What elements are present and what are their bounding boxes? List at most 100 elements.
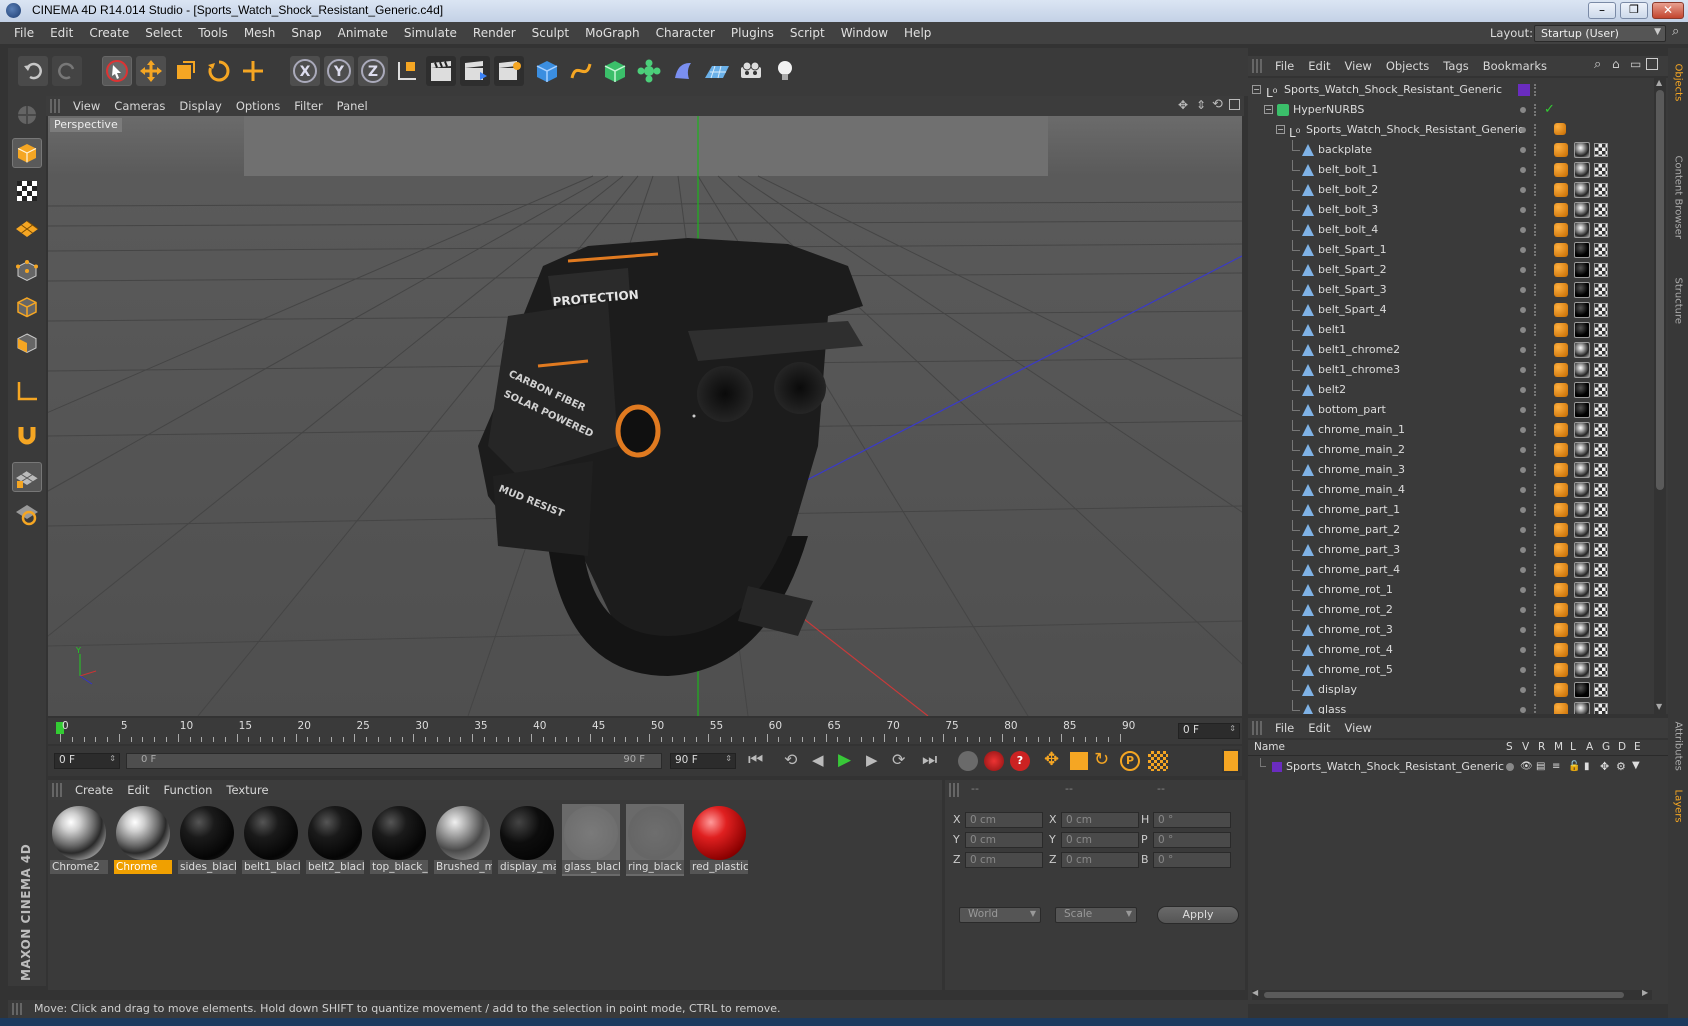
home-icon[interactable]: ⌂ (1612, 57, 1620, 71)
move-tool-button[interactable] (136, 56, 166, 86)
next-key-button[interactable]: ⟳ (892, 750, 905, 769)
object-row[interactable]: chrome_part_1 (1248, 500, 1653, 520)
next-frame-button[interactable]: ▶ (866, 751, 878, 769)
editor-visibility-icon[interactable] (1520, 607, 1526, 613)
layer-column-v[interactable]: V (1522, 741, 1529, 753)
editor-visibility-icon[interactable] (1520, 707, 1526, 713)
key-position-button[interactable]: ✥ (1044, 749, 1059, 770)
object-row[interactable]: belt_bolt_1 (1248, 160, 1653, 180)
editor-visibility-icon[interactable] (1520, 307, 1526, 313)
uvw-tag-icon[interactable] (1594, 623, 1608, 637)
start-frame-field[interactable]: 0 F ⇕ (54, 753, 120, 769)
uvw-tag-icon[interactable] (1594, 683, 1608, 697)
object-menu-view[interactable]: View (1338, 56, 1379, 76)
timeline[interactable]: 0 5 10 15 20 25 30 35 40 45 50 55 60 65 70 75 80 85 90 0 F… (48, 718, 1242, 744)
uvw-tag-icon[interactable] (1594, 383, 1608, 397)
editor-visibility-icon[interactable] (1520, 267, 1526, 273)
render-visibility-icon[interactable] (1534, 324, 1538, 336)
object-row[interactable]: belt_Spart_1 (1248, 240, 1653, 260)
mograph-cloner-button[interactable] (634, 56, 664, 86)
minimize-button[interactable]: – (1588, 2, 1616, 19)
deformer-button[interactable] (668, 56, 698, 86)
key-rotation-button[interactable]: ↻ (1094, 749, 1109, 770)
phong-tag-icon[interactable] (1554, 603, 1568, 617)
uvw-tag-icon[interactable] (1594, 523, 1608, 537)
live-selection-button[interactable] (102, 56, 132, 86)
editor-visibility-icon[interactable] (1520, 587, 1526, 593)
layer-column-l[interactable]: L (1570, 741, 1576, 753)
material-tag-icon[interactable] (1574, 162, 1590, 178)
side-tab-content-browser[interactable]: Content Browser (1673, 156, 1684, 252)
auto-key-button[interactable] (984, 751, 1004, 771)
material-tag-icon[interactable] (1574, 142, 1590, 158)
object-row[interactable]: chrome_part_3 (1248, 540, 1653, 560)
render-visibility-icon[interactable] (1534, 544, 1538, 556)
object-row[interactable]: chrome_part_4 (1248, 560, 1653, 580)
uvw-tag-icon[interactable] (1594, 163, 1608, 177)
object-menu-objects[interactable]: Objects (1379, 56, 1436, 76)
render-visibility-icon[interactable] (1534, 284, 1538, 296)
render-visibility-icon[interactable] (1534, 364, 1538, 376)
menu-sculpt[interactable]: Sculpt (524, 22, 577, 44)
menu-animate[interactable]: Animate (330, 22, 396, 44)
drag-handle-icon[interactable] (1252, 721, 1262, 735)
object-row[interactable]: belt1 (1248, 320, 1653, 340)
object-row[interactable]: chrome_main_1 (1248, 420, 1653, 440)
uvw-tag-icon[interactable] (1594, 563, 1608, 577)
render-visibility-icon[interactable] (1534, 184, 1538, 196)
phong-tag-icon[interactable] (1554, 223, 1568, 237)
phong-tag-icon[interactable] (1554, 383, 1568, 397)
side-tab-layers[interactable]: Layers (1673, 790, 1684, 838)
phong-tag-icon[interactable] (1554, 203, 1568, 217)
render-visibility-icon[interactable] (1534, 104, 1538, 116)
phong-tag-icon[interactable] (1554, 663, 1568, 677)
key-scale-button[interactable] (1070, 752, 1088, 770)
layer-column-s[interactable]: S (1506, 741, 1513, 753)
size-mode-select[interactable]: Scale ▼ (1055, 907, 1137, 923)
phong-tag-icon[interactable] (1554, 403, 1568, 417)
maximize-button[interactable]: ❐ (1620, 2, 1648, 19)
material-menu-function[interactable]: Function (157, 780, 220, 800)
editor-visibility-icon[interactable] (1520, 167, 1526, 173)
coord-value-field[interactable]: 0 ° (1153, 852, 1231, 868)
material-brushed-m[interactable]: Brushed_m (434, 804, 492, 876)
coordinate-system-button[interactable] (392, 56, 422, 86)
material-ring-black[interactable]: ring_black (626, 804, 684, 876)
phong-tag-icon[interactable] (1554, 143, 1568, 157)
phong-tag-icon[interactable] (1554, 563, 1568, 577)
editor-visibility-icon[interactable] (1520, 687, 1526, 693)
previous-key-button[interactable]: ⟲ (784, 750, 797, 769)
nurbs-button[interactable] (600, 56, 630, 86)
material-tag-icon[interactable] (1574, 562, 1590, 578)
material-tag-icon[interactable] (1574, 262, 1590, 278)
coord-value-field[interactable]: 0 cm (1061, 812, 1139, 828)
spline-button[interactable] (566, 56, 596, 86)
undo-button[interactable] (18, 56, 48, 86)
material-belt2-black[interactable]: belt2_black (306, 804, 364, 876)
material-chrome[interactable]: Chrome (114, 804, 172, 876)
coord-value-field[interactable]: 0 ° (1153, 812, 1231, 828)
viewport-rotate-icon[interactable]: ⟲ (1212, 97, 1223, 112)
menu-character[interactable]: Character (648, 22, 723, 44)
key-pla-button[interactable] (1148, 751, 1168, 771)
menu-create[interactable]: Create (81, 22, 137, 44)
render-visibility-icon[interactable] (1534, 224, 1538, 236)
object-row[interactable]: chrome_main_2 (1248, 440, 1653, 460)
drag-handle-icon[interactable] (949, 783, 959, 797)
side-tab-objects[interactable]: Objects (1673, 64, 1684, 124)
layer-animation-icon[interactable]: ▮ (1584, 761, 1590, 772)
object-row[interactable]: belt_bolt_2 (1248, 180, 1653, 200)
timeline-ruler[interactable]: 0 5 10 15 20 25 30 35 40 45 50 55 60 65 70 75 80 85 90 (56, 718, 1162, 744)
uvw-tag-icon[interactable] (1594, 423, 1608, 437)
render-picture-viewer-button[interactable] (460, 56, 490, 86)
editor-visibility-icon[interactable] (1520, 407, 1526, 413)
layer-menu-edit[interactable]: Edit (1301, 718, 1337, 738)
tweak-mode-button[interactable] (12, 420, 42, 450)
material-tag-icon[interactable] (1574, 482, 1590, 498)
material-tag-icon[interactable] (1574, 622, 1590, 638)
layer-manager-icon[interactable]: ≡ (1552, 761, 1560, 772)
coord-value-field[interactable]: 0 cm (965, 852, 1043, 868)
menu-file[interactable]: File (6, 22, 42, 44)
object-menu-file[interactable]: File (1268, 56, 1301, 76)
layer-column-g[interactable]: G (1602, 741, 1610, 753)
